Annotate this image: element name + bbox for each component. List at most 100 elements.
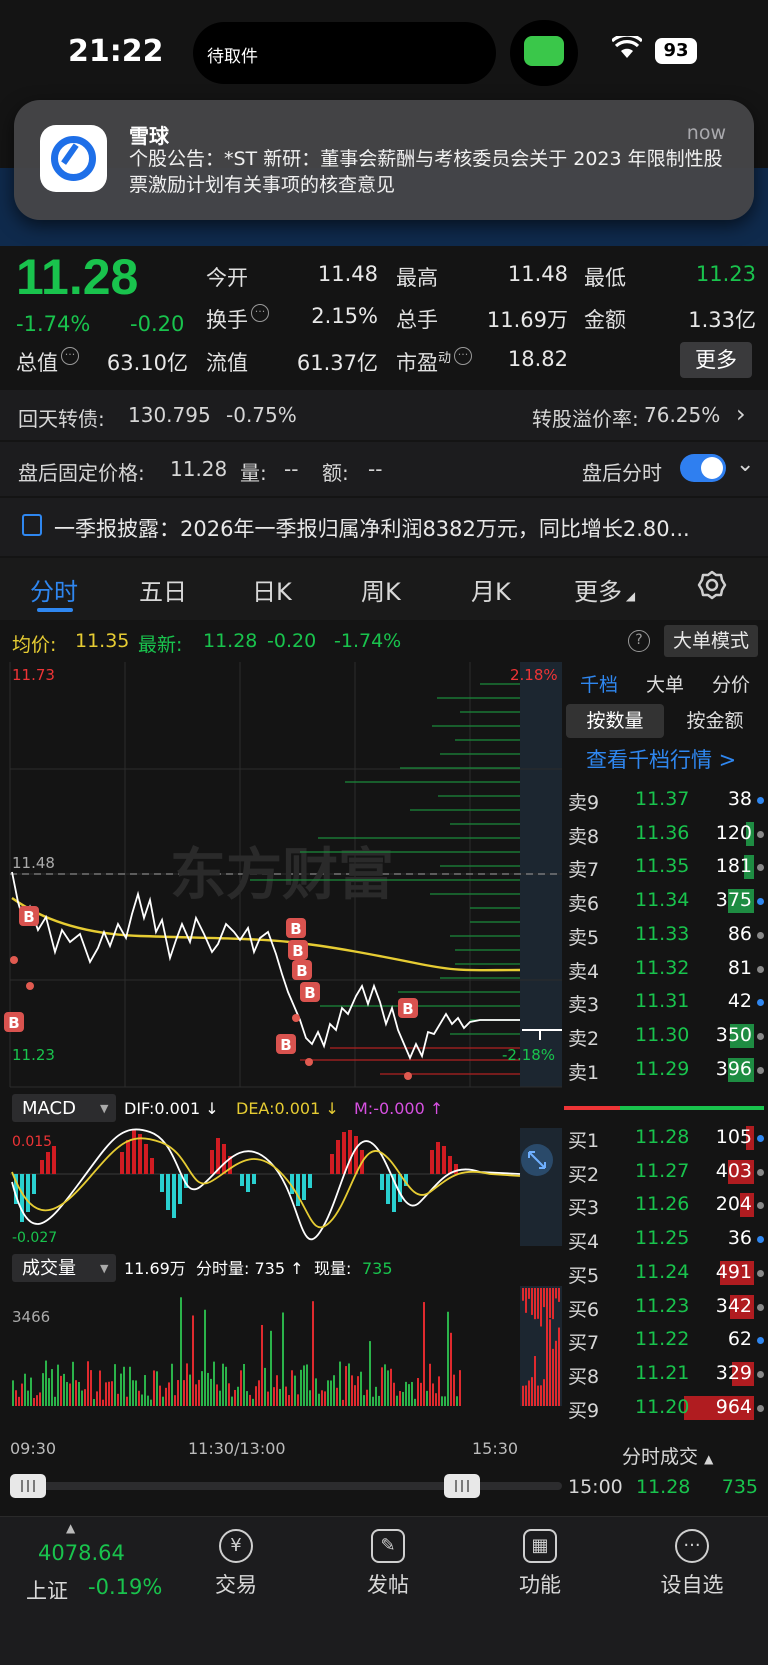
index-pct[interactable]: -0.19% — [88, 1575, 162, 1599]
volume-bar — [54, 1396, 56, 1406]
tab-price-distribution[interactable]: 分价 — [712, 670, 750, 697]
ask-row[interactable]: 卖2 11.30 350 — [564, 1018, 768, 1052]
nav-add-watchlist[interactable]: ··· 设自选 — [632, 1517, 752, 1599]
ask-row[interactable]: 卖1 11.29 396 — [564, 1052, 768, 1086]
bid-row[interactable]: 买7 11.22 62 — [564, 1322, 768, 1356]
level-volume: 350 — [715, 1023, 752, 1046]
volume-bar — [303, 1365, 305, 1406]
ask-row[interactable]: 卖4 11.32 81 — [564, 951, 768, 985]
tab-monthly-k[interactable]: 月K — [471, 572, 511, 607]
volume-bar — [60, 1375, 62, 1406]
by-amount-button[interactable]: 按金额 — [666, 704, 764, 738]
view-depth-link[interactable]: 查看千档行情 > — [586, 744, 736, 774]
push-notification[interactable]: 雪球 now 个股公告：*ST 新研：董事会薪酬与考核委员会关于 2023 年限… — [14, 100, 754, 220]
level-label: 买2 — [568, 1163, 600, 1186]
volume-label: 总手 — [396, 308, 438, 332]
level-price: 11.22 — [635, 1328, 690, 1351]
volume-bar — [189, 1374, 191, 1406]
after-hours-toggle[interactable] — [680, 454, 726, 482]
level-volume: 396 — [715, 1057, 752, 1080]
ask-row[interactable]: 卖8 11.36 120 — [564, 816, 768, 850]
svg-text:B: B — [304, 984, 315, 1002]
help-icon[interactable]: ? — [628, 630, 650, 652]
svg-text:▼: ▼ — [100, 1262, 109, 1275]
intraday-chart[interactable]: 东方财富 B B B B B B B B 11.73 2.18% 11.48 1… — [0, 662, 564, 1512]
level-volume: 120 — [715, 821, 752, 844]
ask-row[interactable]: 卖9 11.37 38 — [564, 782, 768, 816]
tick-trades-header[interactable]: 分时成交 ▲ — [622, 1442, 713, 1469]
gear-icon[interactable] — [697, 570, 727, 606]
volume-bar — [297, 1394, 299, 1406]
bid-row[interactable]: 买6 11.23 342 — [564, 1289, 768, 1323]
tab-level2-depth[interactable]: 千档 — [580, 670, 618, 697]
volume-bar — [252, 1398, 254, 1406]
volume-bar — [384, 1364, 386, 1406]
volume-bar — [42, 1373, 44, 1406]
nav-trade[interactable]: ¥ 交易 — [176, 1517, 296, 1599]
level-label: 买9 — [568, 1399, 600, 1422]
volume-bar — [381, 1367, 383, 1406]
volume-bar — [72, 1361, 74, 1406]
chevron-right-icon[interactable]: › — [736, 400, 746, 428]
tab-big-orders[interactable]: 大单 — [646, 670, 684, 697]
volume-bar — [207, 1372, 209, 1406]
volume-bar — [348, 1363, 350, 1406]
after-hours-row: 盘后固定价格: 11.28 量: -- 额: -- 盘后分时 ⌄ — [0, 442, 768, 496]
tab-more[interactable]: 更多 ◢ — [574, 572, 635, 607]
info-icon[interactable]: ··· — [251, 304, 269, 322]
volume-bar — [327, 1380, 329, 1406]
bid-row[interactable]: 买2 11.27 403 — [564, 1154, 768, 1188]
ask-row[interactable]: 卖6 11.34 375 — [564, 883, 768, 917]
tab-intraday[interactable]: 分时 — [30, 572, 78, 607]
news-row[interactable]: 一季报披露：2026年一季报归属净利润8382万元，同比增长2.80... — [0, 498, 768, 556]
tab-daily-k[interactable]: 日K — [252, 572, 292, 607]
index-value[interactable]: 4078.64 — [38, 1541, 125, 1565]
more-dots-icon: ··· — [675, 1529, 709, 1563]
high-value: 11.48 — [507, 262, 568, 286]
info-icon[interactable]: ··· — [454, 347, 473, 365]
by-quantity-button[interactable]: 按数量 — [566, 704, 664, 738]
volume-bar — [282, 1312, 284, 1406]
convertible-row[interactable]: 回天转债: 130.795 -0.75% 转股溢价率: 76.25% › — [0, 390, 768, 440]
volume-bar — [546, 1322, 548, 1406]
delivery-activity-icon[interactable] — [510, 20, 578, 86]
pe-label[interactable]: 市盈动 ··· — [396, 347, 473, 377]
svg-text:B: B — [296, 962, 307, 980]
bid-row[interactable]: 买9 11.20 964 — [564, 1390, 768, 1424]
svg-text:B: B — [23, 908, 34, 926]
level-price: 11.20 — [635, 1395, 690, 1418]
index-name[interactable]: 上证 — [26, 1575, 68, 1605]
order-dot — [757, 1135, 764, 1142]
market-cap-label[interactable]: 总值 ··· — [16, 347, 79, 377]
info-icon[interactable]: ··· — [61, 347, 79, 365]
volume-bar — [174, 1395, 176, 1406]
nav-functions[interactable]: ▦ 功能 — [480, 1517, 600, 1599]
bid-row[interactable]: 买3 11.26 204 — [564, 1187, 768, 1221]
tab-five-day[interactable]: 五日 — [139, 572, 187, 607]
tick-volume: 735 — [721, 1476, 758, 1498]
bid-row[interactable]: 买1 11.28 105 — [564, 1120, 768, 1154]
buy-marker: B — [276, 1034, 296, 1054]
level-label: 买8 — [568, 1365, 600, 1388]
bid-row[interactable]: 买4 11.25 36 — [564, 1221, 768, 1255]
volume-total: 11.69万 — [124, 1259, 186, 1278]
price-low-label: 11.23 — [12, 1046, 55, 1064]
volume-bar — [558, 1327, 560, 1406]
ask-row[interactable]: 卖5 11.33 86 — [564, 917, 768, 951]
bid-row[interactable]: 买5 11.24 491 — [564, 1255, 768, 1289]
nav-post[interactable]: ✎ 发帖 — [328, 1517, 448, 1599]
volume-bar — [198, 1379, 200, 1406]
tab-weekly-k[interactable]: 周K — [361, 572, 401, 607]
bid-row[interactable]: 买8 11.21 329 — [564, 1356, 768, 1390]
chevron-down-icon[interactable]: ⌄ — [736, 452, 754, 477]
after-hours-amt: -- — [368, 457, 383, 481]
ask-row[interactable]: 卖3 11.31 42 — [564, 984, 768, 1018]
more-button[interactable]: 更多 — [680, 342, 752, 378]
volume-bar — [144, 1375, 146, 1406]
turnover-label[interactable]: 换手 ··· — [206, 304, 269, 334]
big-order-mode-button[interactable]: 大单模式 — [664, 625, 758, 657]
dynamic-island[interactable]: 待取件 — [193, 22, 496, 84]
buy-marker: B — [286, 918, 306, 938]
level-volume: 342 — [715, 1294, 752, 1317]
ask-row[interactable]: 卖7 11.35 181 — [564, 849, 768, 883]
